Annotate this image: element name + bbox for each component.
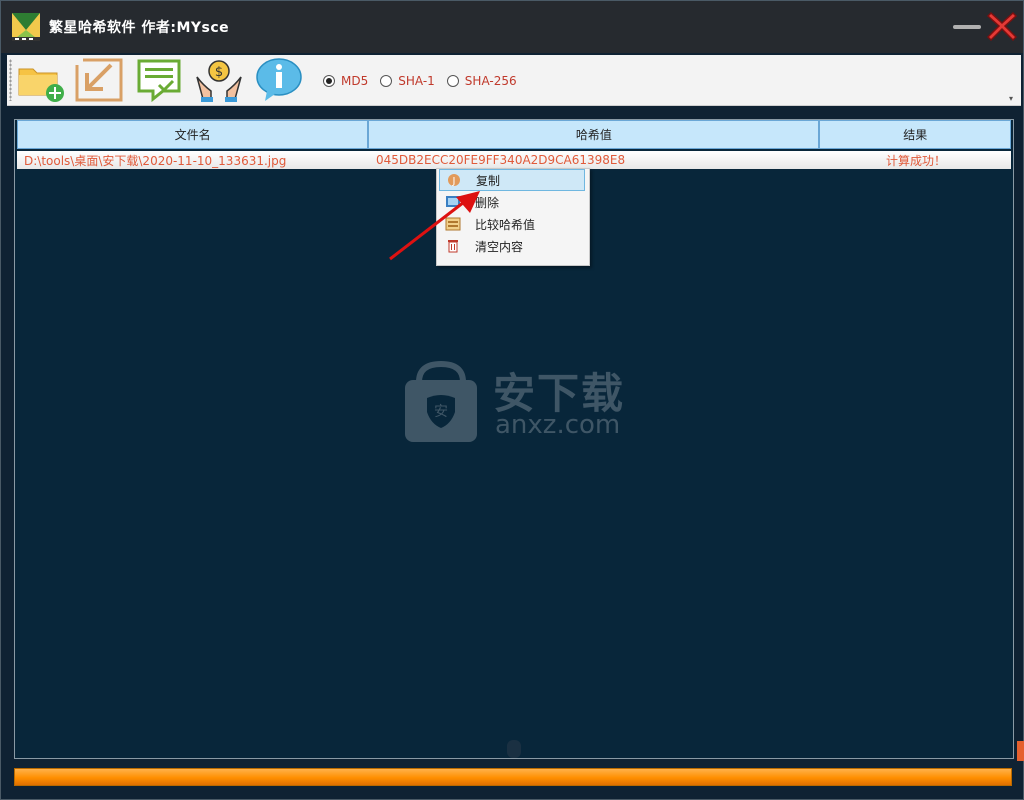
add-file-button[interactable]: [15, 57, 67, 103]
about-button[interactable]: [253, 57, 305, 103]
close-button[interactable]: [985, 9, 1019, 43]
svg-text:安: 安: [434, 404, 448, 420]
radio-dot: [446, 75, 459, 87]
radio-dot: [380, 75, 393, 87]
column-header-hash[interactable]: 哈希值: [368, 120, 820, 149]
import-button[interactable]: [73, 57, 125, 103]
copy-icon: J: [448, 174, 460, 187]
radio-label: MD5: [341, 74, 369, 88]
toolbar: $ MD5 SHA-1 SHA-256 ▾: [7, 55, 1021, 106]
checklist-icon: [137, 59, 181, 103]
checklist-button[interactable]: [133, 57, 185, 103]
svg-text:$: $: [215, 65, 223, 80]
radio-sha1[interactable]: SHA-1: [380, 74, 435, 88]
menu-item-label: 复制: [476, 173, 501, 188]
menu-item-copy[interactable]: J 复制: [439, 169, 585, 191]
donate-button[interactable]: $: [193, 57, 245, 103]
shield-bag-icon: 安: [405, 360, 477, 442]
column-header-filename[interactable]: 文件名: [17, 120, 369, 149]
table-row[interactable]: D:\tools\桌面\安下载\2020-11-10_133631.jpg 04…: [17, 151, 1011, 169]
minimize-button[interactable]: [951, 17, 983, 37]
info-icon: [256, 58, 302, 101]
main-window: 繁星哈希软件 作者:MYsce $ MD5 SHA-1 SHA-256 ▾ 文件…: [0, 0, 1024, 800]
radio-label: SHA-1: [398, 74, 435, 88]
watermark: 安 安下载 anxz.com: [405, 360, 645, 450]
add-folder-icon: [18, 68, 64, 102]
toolbar-overflow-chevron-icon[interactable]: ▾: [1009, 95, 1017, 103]
hands-coin-icon: $: [196, 60, 242, 102]
radio-sha256[interactable]: SHA-256: [446, 74, 517, 88]
import-arrow-icon: [73, 57, 123, 102]
resize-handle[interactable]: [507, 740, 521, 758]
cell-result: 计算成功！: [885, 153, 946, 168]
window-title: 繁星哈希软件 作者:MYsce: [49, 20, 230, 36]
svg-text:J: J: [452, 176, 456, 187]
column-header-result[interactable]: 结果: [819, 120, 1011, 149]
annotation-arrow-icon: [389, 191, 480, 261]
watermark-en: anxz.com: [495, 410, 621, 440]
progress-bar: [14, 768, 1012, 786]
cell-filename: D:\tools\桌面\安下载\2020-11-10_133631.jpg: [24, 153, 287, 168]
cell-hash: 045DB2ECC20FE9FF340A2D9CA61398E8: [376, 153, 626, 167]
corner-marker: [1017, 741, 1024, 761]
app-logo-icon: [12, 13, 40, 41]
toolbar-grip[interactable]: [9, 59, 12, 101]
radio-md5[interactable]: MD5: [323, 74, 368, 88]
table-header: 文件名 哈希值 结果: [15, 120, 1011, 151]
hash-algorithm-group: MD5 SHA-1 SHA-256: [323, 71, 529, 91]
radio-label: SHA-256: [464, 74, 517, 88]
radio-dot: [323, 75, 335, 87]
title-bar[interactable]: 繁星哈希软件 作者:MYsce: [1, 1, 1023, 53]
